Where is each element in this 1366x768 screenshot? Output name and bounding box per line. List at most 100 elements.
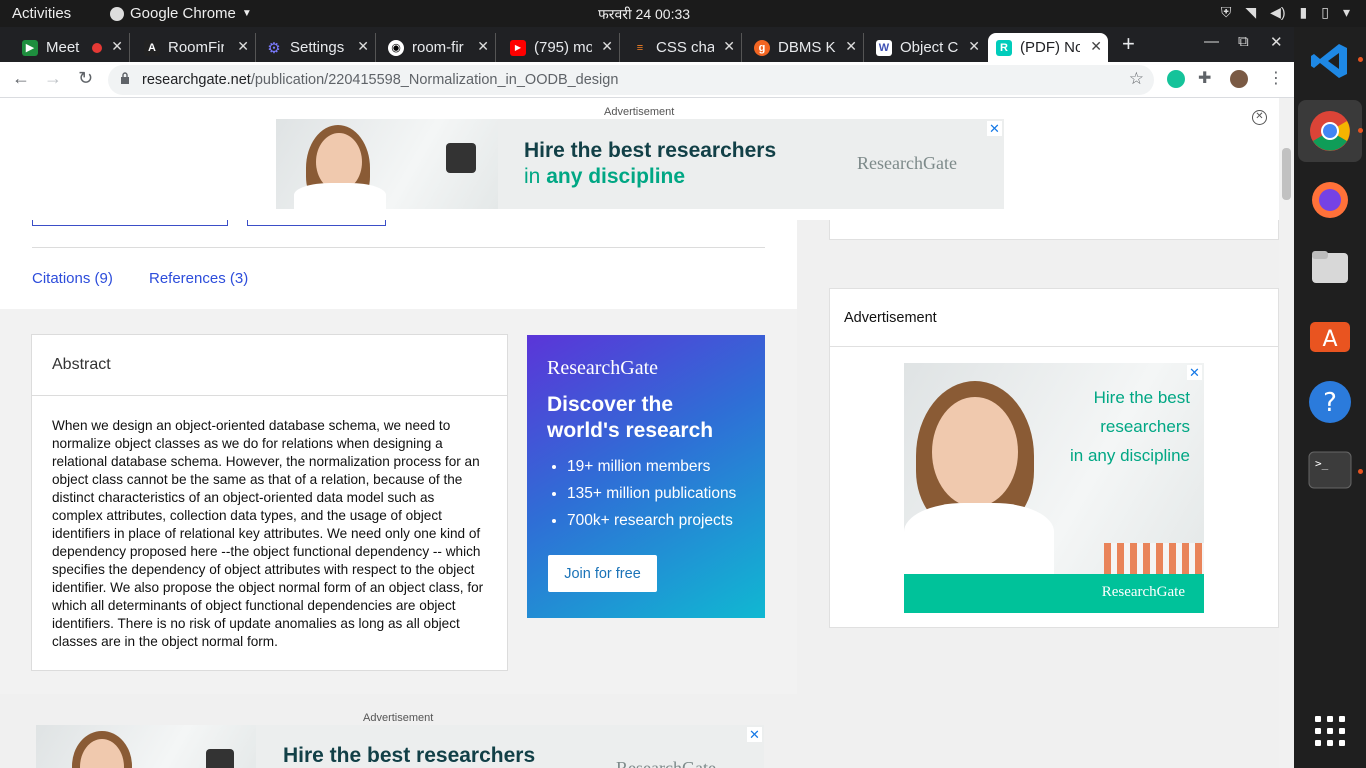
chrome-menu-icon[interactable]: ⋮ xyxy=(1268,68,1284,88)
tab-github[interactable]: ◉ room-fir ✕ xyxy=(380,33,496,62)
minimize-button[interactable]: — xyxy=(1204,33,1219,50)
close-tab-icon[interactable]: ✕ xyxy=(237,38,249,55)
restore-button[interactable]: ⧉ xyxy=(1238,33,1249,50)
software-store-icon[interactable]: A xyxy=(1308,312,1352,356)
vscode-icon[interactable] xyxy=(1308,39,1352,83)
tab-title: DBMS Ke xyxy=(778,39,836,56)
tab-researchgate-active[interactable]: R (PDF) No ✕ xyxy=(988,33,1108,62)
researchgate-icon: R xyxy=(996,39,1012,56)
extensions-puzzle-icon[interactable]: ✚ xyxy=(1198,68,1211,88)
chevron-down-icon: ▼ xyxy=(241,8,252,19)
youtube-icon: ▶ xyxy=(510,39,526,56)
ad-close-icon[interactable]: ✕ xyxy=(987,121,1002,136)
close-tab-icon[interactable]: ✕ xyxy=(845,38,857,55)
power-menu-icon: ▾ xyxy=(1342,4,1350,20)
promo-headline: Discover the world's research xyxy=(547,393,714,442)
firefox-icon[interactable] xyxy=(1308,177,1352,221)
volume-icon: ◀) xyxy=(1270,4,1286,20)
side-ad-banner[interactable]: Hire the best researchers in any discipl… xyxy=(904,363,1204,613)
document-icon: W xyxy=(876,39,892,56)
microphone-icon: ▮ xyxy=(1299,4,1308,20)
top-ad-label: Advertisement xyxy=(604,106,675,118)
shield-icon: ⛨ xyxy=(1220,4,1232,20)
url-path: /publication/220415598_Normalization_in_… xyxy=(250,72,619,88)
close-tab-icon[interactable]: ✕ xyxy=(968,38,980,55)
top-ad-line2-prefix: in xyxy=(524,165,547,188)
close-tab-icon[interactable]: ✕ xyxy=(111,38,123,55)
top-ad-brand: ResearchGate xyxy=(857,153,957,173)
ad-person-coat xyxy=(904,503,1054,575)
tab-title: Meet xyxy=(46,39,80,56)
tab-stackoverflow[interactable]: ≡ CSS char ✕ xyxy=(624,33,742,62)
tab-title: RoomFir xyxy=(168,39,224,56)
tab-references[interactable]: References (3) xyxy=(149,270,248,287)
tab-meet[interactable]: ▶ Meet ✕ xyxy=(14,33,130,62)
address-bar[interactable]: researchgate.net/publication/220415598_N… xyxy=(108,65,1154,95)
github-icon: ◉ xyxy=(388,39,404,56)
profile-avatar[interactable] xyxy=(1230,70,1248,88)
close-window-button[interactable]: ✕ xyxy=(1270,33,1283,51)
stackoverflow-icon: ≡ xyxy=(636,41,644,54)
app-menu[interactable]: Google Chrome ▼ xyxy=(110,5,252,22)
top-ad-banner[interactable]: Hire the best researchers in any discipl… xyxy=(276,119,1004,209)
new-tab-button[interactable]: + xyxy=(1122,31,1135,57)
tab-youtube[interactable]: ▶ (795) mo ✕ xyxy=(502,33,620,62)
browser-toolbar: ← → ↻ researchgate.net/publication/22041… xyxy=(0,62,1294,98)
back-button[interactable]: ← xyxy=(12,68,30,89)
top-ad-line2-bold: any discipline xyxy=(546,165,686,188)
promo-bullet: 700k+ research projects xyxy=(567,512,745,530)
bottom-ad-brand: ResearchGate xyxy=(616,758,716,768)
forward-button[interactable]: → xyxy=(44,68,62,89)
system-tray[interactable]: ⛨ ◥ ◀) ▮ ▯ ▾ xyxy=(1221,4,1350,21)
side-ad-line1: Hire the best xyxy=(1093,388,1190,407)
tab-citations[interactable]: Citations (9) xyxy=(32,270,113,287)
running-indicator xyxy=(1358,57,1363,62)
side-ad-line2: researchers xyxy=(1100,417,1190,436)
side-ad-footer: ResearchGate xyxy=(904,574,1204,613)
reload-button[interactable]: ↻ xyxy=(78,68,93,89)
tab-title: (PDF) No xyxy=(1020,39,1080,56)
grammarly-icon[interactable] xyxy=(1167,70,1185,88)
chrome-icon[interactable] xyxy=(1308,109,1352,153)
tab-settings[interactable]: ⚙ Settings ✕ xyxy=(258,33,376,62)
system-top-bar: Activities Google Chrome ▼ फरवरी 24 00:3… xyxy=(0,0,1366,27)
close-tab-icon[interactable]: ✕ xyxy=(723,38,735,55)
show-applications-icon[interactable] xyxy=(1308,709,1352,753)
activities-button[interactable]: Activities xyxy=(12,5,71,22)
abstract-card: Abstract When we design an object-orient… xyxy=(31,334,508,671)
bottom-ad-line1: Hire the best researchers xyxy=(283,744,536,767)
help-icon[interactable]: ? xyxy=(1308,380,1352,424)
bookmark-star-icon[interactable]: ☆ xyxy=(1129,69,1144,89)
app-menu-label: Google Chrome xyxy=(130,5,236,22)
terminal-icon[interactable]: >_ xyxy=(1308,448,1352,492)
ad-close-icon[interactable]: ✕ xyxy=(1187,365,1202,380)
tab-dbms[interactable]: g DBMS Ke ✕ xyxy=(746,33,864,62)
divider xyxy=(32,247,765,248)
bottom-ad-banner[interactable]: Hire the best researchers ResearchGate ✕ xyxy=(36,725,764,768)
close-tab-icon[interactable]: ✕ xyxy=(601,38,613,55)
signup-promo: ResearchGate Discover the world's resear… xyxy=(527,335,765,618)
abstract-text: When we design an object-oriented databa… xyxy=(52,418,484,649)
ad-person-face xyxy=(932,397,1018,507)
svg-text:A: A xyxy=(1322,327,1337,352)
join-for-free-button[interactable]: Join for free xyxy=(548,555,657,592)
close-tab-icon[interactable]: ✕ xyxy=(1090,38,1102,55)
scrollbar-thumb[interactable] xyxy=(1282,148,1291,200)
promo-bullet: 19+ million members xyxy=(567,458,745,476)
ad-test-tubes xyxy=(1104,543,1204,574)
ad-close-icon[interactable]: ✕ xyxy=(747,727,762,742)
battery-icon: ▯ xyxy=(1321,4,1329,20)
url-text: researchgate.net/publication/220415598_N… xyxy=(142,72,618,88)
tab-object[interactable]: W Object C ✕ xyxy=(868,33,986,62)
close-tab-icon[interactable]: ✕ xyxy=(477,38,489,55)
dismiss-ad-icon[interactable]: ✕ xyxy=(1252,110,1267,125)
side-ad-line3: in any discipline xyxy=(1069,446,1190,465)
tab-title: room-fir xyxy=(412,39,464,56)
files-icon[interactable] xyxy=(1308,245,1352,289)
close-tab-icon[interactable]: ✕ xyxy=(357,38,369,55)
url-host: researchgate.net xyxy=(142,72,251,88)
clock[interactable]: फरवरी 24 00:33 xyxy=(598,5,690,24)
tab-roomfinder[interactable]: A RoomFir ✕ xyxy=(136,33,256,62)
promo-brand: ResearchGate xyxy=(547,357,659,379)
side-ad-text: Hire the best researchers in any discipl… xyxy=(1070,383,1190,470)
